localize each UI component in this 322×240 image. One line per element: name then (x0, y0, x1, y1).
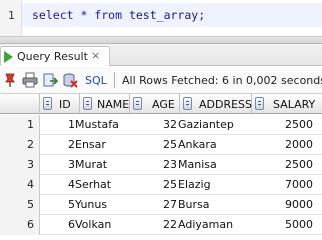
line-number: 1 (8, 9, 15, 22)
cell-name[interactable]: Serhat (75, 178, 111, 191)
column-header-name[interactable]: NAME (80, 94, 130, 114)
row-number-cell[interactable]: 1 (0, 115, 40, 135)
cell-salary[interactable]: 2500 (285, 158, 313, 171)
sql-editor[interactable]: 1 select * from test_array; (0, 0, 322, 36)
cell-name[interactable]: Murat (75, 158, 107, 171)
cell-address[interactable]: Adiyaman (178, 218, 233, 231)
column-header-id[interactable]: ID (40, 94, 80, 114)
play-icon (4, 51, 13, 63)
row-number: 2 (27, 138, 34, 151)
column-header-address[interactable]: ADDRESS (180, 94, 252, 114)
cell-address[interactable]: Elazig (178, 178, 211, 191)
cell-salary[interactable]: 5000 (285, 218, 313, 231)
row-number: 3 (27, 158, 34, 171)
code-text: select * from test_array; (32, 8, 205, 22)
cell-id[interactable]: 3 (68, 158, 75, 171)
row-number: 4 (27, 178, 34, 191)
code-table-name: test_array; (122, 8, 206, 22)
toolbar-separator (114, 72, 115, 88)
current-code-line[interactable]: select * from test_array; (22, 3, 322, 27)
result-grid[interactable]: ID NAME AGE ADDRESS SALARY 1 1 Mustafa 3… (0, 94, 322, 238)
cell-address[interactable]: Bursa (178, 198, 210, 211)
row-number: 1 (27, 118, 34, 131)
cell-id[interactable]: 6 (68, 218, 75, 231)
keyword-from: from (94, 8, 123, 22)
cell-salary[interactable]: 2000 (285, 138, 313, 151)
column-icon (183, 97, 192, 110)
table-row[interactable]: 4 4 Serhat 25 Elazig 7000 (0, 175, 322, 195)
cell-age[interactable]: 23 (163, 158, 177, 171)
cell-id[interactable]: 4 (68, 178, 75, 191)
row-number-cell[interactable]: 3 (0, 155, 40, 175)
column-header-age[interactable]: AGE (130, 94, 180, 114)
tab-label: Query Result (17, 50, 88, 63)
fetch-status-text: All Rows Fetched: 6 in 0,002 seconds (122, 74, 322, 87)
column-label: SALARY (273, 98, 316, 111)
keyword-select: select (32, 8, 74, 22)
cell-name[interactable]: Ensar (75, 138, 106, 151)
table-row[interactable]: 6 6 Volkan 22 Adiyaman 5000 (0, 215, 322, 235)
row-number-cell[interactable]: 5 (0, 195, 40, 215)
column-header-salary[interactable]: SALARY (252, 94, 322, 114)
cell-address[interactable]: Manisa (178, 158, 217, 171)
cell-id[interactable]: 2 (68, 138, 75, 151)
export-icon[interactable] (42, 72, 58, 88)
close-icon[interactable]: × (91, 49, 100, 62)
table-row[interactable]: 3 3 Murat 23 Manisa 2500 (0, 155, 322, 175)
result-tab-bar: Query Result × (0, 44, 322, 66)
cell-age[interactable]: 25 (163, 178, 177, 191)
column-label: NAME (97, 98, 130, 111)
cell-name[interactable]: Mustafa (75, 118, 119, 131)
column-icon (83, 97, 92, 110)
tab-query-result[interactable]: Query Result × (0, 46, 110, 66)
column-label: AGE (152, 98, 175, 111)
row-number: 5 (27, 198, 34, 211)
cell-salary[interactable]: 7000 (285, 178, 313, 191)
column-icon (255, 97, 264, 110)
table-row[interactable]: 1 1 Mustafa 32 Gaziantep 2500 (0, 115, 322, 135)
cell-age[interactable]: 25 (163, 138, 177, 151)
result-toolbar: SQL All Rows Fetched: 6 in 0,002 seconds (0, 67, 322, 94)
line-number-gutter: 1 (0, 0, 22, 36)
row-number-cell[interactable]: 6 (0, 215, 40, 235)
cell-address[interactable]: Ankara (178, 138, 217, 151)
column-label: ADDRESS (199, 98, 253, 111)
db-icon[interactable] (62, 72, 78, 88)
cell-age[interactable]: 22 (163, 218, 177, 231)
row-number: 6 (27, 218, 34, 231)
column-icon (133, 97, 142, 110)
table-row[interactable]: 2 2 Ensar 25 Ankara 2000 (0, 135, 322, 155)
cell-id[interactable]: 5 (68, 198, 75, 211)
column-label: ID (59, 98, 71, 111)
pin-icon[interactable] (2, 72, 18, 88)
cell-id[interactable]: 1 (68, 118, 75, 131)
cell-name[interactable]: Volkan (75, 218, 111, 231)
column-icon (43, 97, 52, 110)
table-row[interactable]: 5 5 Yunus 27 Bursa 9000 (0, 195, 322, 215)
cell-age[interactable]: 27 (163, 198, 177, 211)
splitter[interactable] (0, 36, 322, 44)
row-number-cell[interactable]: 2 (0, 135, 40, 155)
grid-header: ID NAME AGE ADDRESS SALARY (0, 94, 322, 114)
row-number-header[interactable] (0, 94, 40, 114)
cell-address[interactable]: Gaziantep (178, 118, 234, 131)
print-icon[interactable] (22, 72, 38, 88)
sql-button[interactable]: SQL (85, 74, 107, 87)
cell-salary[interactable]: 9000 (285, 198, 313, 211)
code-star: * (73, 8, 95, 22)
cell-salary[interactable]: 2500 (285, 118, 313, 131)
row-number-cell[interactable]: 4 (0, 175, 40, 195)
cell-age[interactable]: 32 (163, 118, 177, 131)
cell-name[interactable]: Yunus (75, 198, 107, 211)
